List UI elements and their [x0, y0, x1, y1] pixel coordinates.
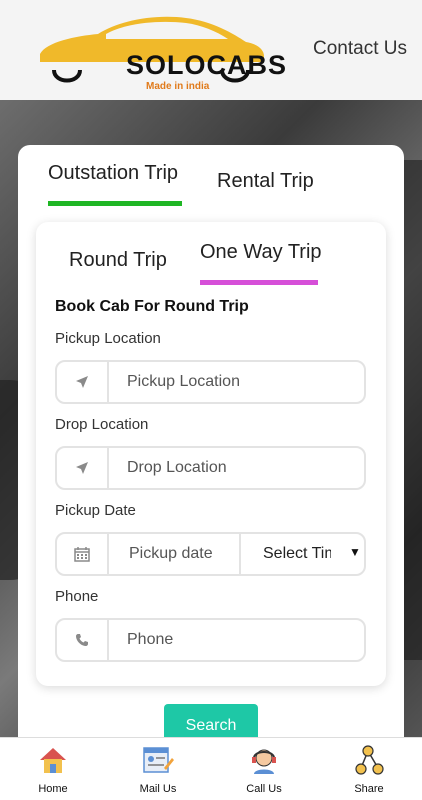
- tab-round-trip[interactable]: Round Trip: [69, 249, 167, 272]
- contact-us-link[interactable]: Contact Us: [313, 38, 407, 60]
- drop-location-field: [55, 446, 366, 490]
- tab-one-way-trip[interactable]: One Way Trip: [200, 241, 322, 264]
- pickup-date-input[interactable]: [115, 540, 233, 568]
- logo-text: SOLOCABS: [126, 50, 288, 80]
- pickup-time-value: Select Time: [263, 545, 331, 562]
- phone-icon: [57, 620, 109, 660]
- calendar-icon: [57, 534, 109, 574]
- pickup-date-label: Pickup Date: [55, 502, 136, 519]
- phone-label: Phone: [55, 588, 99, 605]
- home-icon: [40, 748, 66, 773]
- active-tab-indicator: [48, 201, 182, 206]
- nav-home[interactable]: Home: [13, 738, 93, 800]
- pickup-time-select[interactable]: Select Time ▼: [239, 534, 364, 574]
- nav-call-us[interactable]: Call Us: [224, 738, 304, 800]
- share-icon: [355, 745, 384, 775]
- drop-location-label: Drop Location: [55, 416, 149, 433]
- pickup-location-input[interactable]: [117, 368, 357, 396]
- nav-mail-us-label: Mail Us: [139, 783, 177, 795]
- call-agent-icon: [252, 749, 276, 774]
- pickup-date-field: Select Time ▼: [55, 532, 366, 576]
- nav-call-us-label: Call Us: [246, 783, 282, 795]
- nav-home-label: Home: [38, 783, 68, 795]
- drop-location-input[interactable]: [117, 454, 357, 482]
- tab-outstation-trip[interactable]: Outstation Trip: [48, 162, 178, 185]
- bottom-navigation: Home Mail Us Call Us Share: [0, 737, 422, 800]
- solocabs-logo[interactable]: SOLOCABS Made in india: [36, 12, 286, 92]
- pickup-location-label: Pickup Location: [55, 330, 161, 347]
- nav-share-label: Share: [354, 783, 384, 795]
- active-subtab-indicator: [200, 280, 318, 285]
- location-arrow-icon: [57, 448, 109, 488]
- logo-tagline: Made in india: [146, 81, 210, 92]
- phone-input[interactable]: [117, 626, 357, 654]
- mail-icon: [143, 747, 174, 773]
- nav-mail-us[interactable]: Mail Us: [118, 738, 198, 800]
- app-header: SOLOCABS Made in india Contact Us: [0, 0, 422, 100]
- phone-field: [55, 618, 366, 662]
- tab-rental-trip[interactable]: Rental Trip: [217, 170, 314, 193]
- location-arrow-icon: [57, 362, 109, 402]
- dropdown-caret-icon: ▼: [349, 545, 361, 559]
- pickup-location-field: [55, 360, 366, 404]
- form-title: Book Cab For Round Trip: [55, 298, 249, 315]
- nav-share[interactable]: Share: [329, 738, 409, 800]
